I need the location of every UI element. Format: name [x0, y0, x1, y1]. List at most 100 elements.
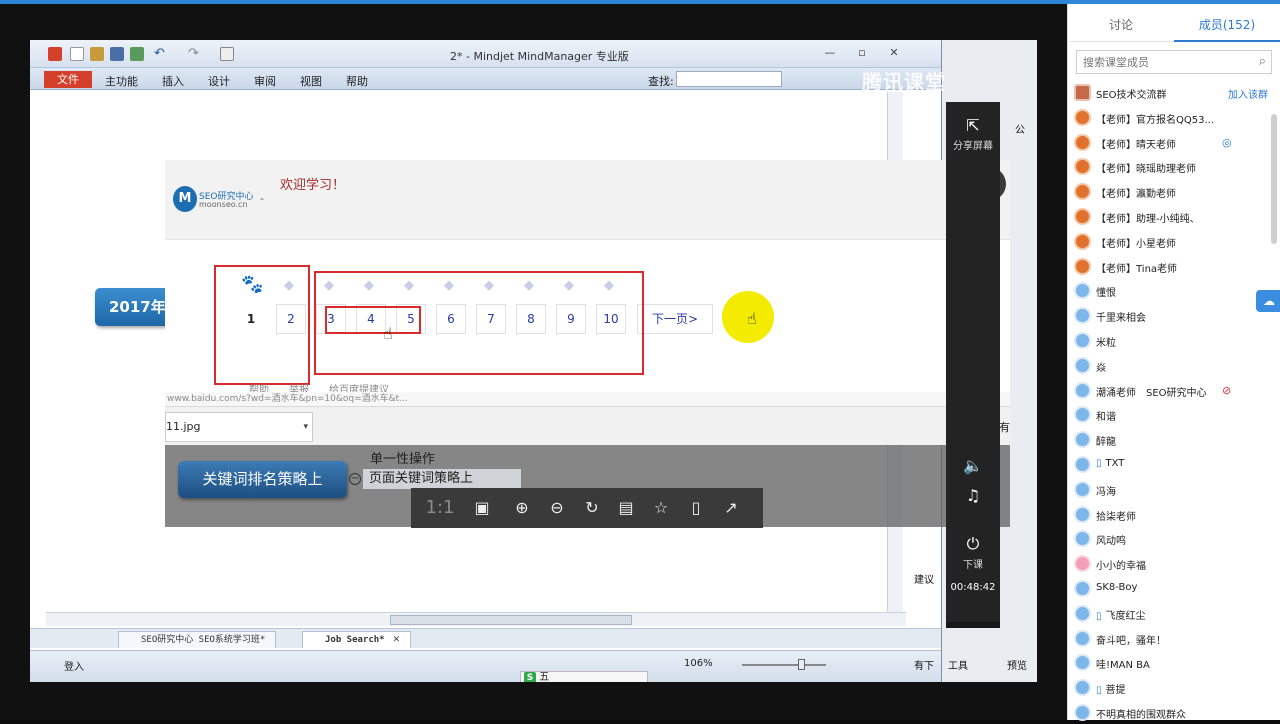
print-icon[interactable] — [130, 47, 144, 61]
menu-file[interactable]: 文件 — [44, 71, 92, 88]
member-item[interactable]: 奋斗吧，骚年！ — [1074, 628, 1270, 650]
tab-close-icon[interactable]: ✕ — [393, 635, 401, 645]
tab-job-search[interactable]: Job Search* ✕ — [302, 631, 412, 648]
menu-help[interactable]: 帮助 — [346, 73, 368, 89]
member-search[interactable]: ⌕ — [1076, 50, 1272, 74]
member-item[interactable]: 【老师】助理-小纯纯、 — [1074, 206, 1270, 228]
collapse-icon[interactable]: − — [349, 473, 361, 485]
avatar — [1074, 332, 1091, 349]
partial-text-3: 有下 — [914, 661, 934, 672]
preview-button[interactable]: 预览 — [1007, 657, 1027, 672]
member-search-input[interactable] — [1077, 51, 1247, 73]
end-class-button[interactable]: ⏻ 下课 — [946, 534, 1000, 571]
member-item[interactable]: ▯ 菩提 — [1074, 677, 1270, 699]
redo-icon[interactable]: ↷ — [188, 47, 202, 61]
horizontal-scroll-thumb[interactable] — [390, 615, 632, 625]
member-item[interactable]: 哇!MAN BA — [1074, 652, 1270, 674]
member-item[interactable]: 【老师】瀛勤老师 — [1074, 181, 1270, 203]
zoom-out-icon[interactable]: ⊖ — [546, 497, 568, 519]
tool-button[interactable]: 工具 — [948, 657, 968, 672]
member-item[interactable]: 和谐 — [1074, 404, 1270, 426]
fit-window-icon[interactable]: ▣ — [471, 497, 493, 519]
zoom-slider-thumb[interactable] — [798, 659, 805, 670]
save-icon[interactable] — [110, 47, 124, 61]
member-item[interactable]: 拾柒老师 — [1074, 504, 1270, 526]
subtopic-single[interactable]: 单一性操作 — [370, 448, 435, 467]
member-name: 风动鸣 — [1096, 532, 1126, 547]
zoom-slider[interactable] — [742, 659, 826, 670]
member-item[interactable]: SEO技术交流群 加入该群 — [1074, 82, 1270, 104]
zoom-in-icon[interactable]: ⊕ — [511, 497, 533, 519]
menu-insert[interactable]: 插入 — [162, 73, 184, 89]
member-item[interactable]: 【老师】Tina老师 — [1074, 256, 1270, 278]
login-button[interactable]: 登入 — [64, 658, 84, 673]
member-item[interactable]: 焱 — [1074, 355, 1270, 377]
tab-discussion[interactable]: 讨论 — [1068, 16, 1174, 33]
download-item[interactable]: 11.jpg ▾ — [165, 412, 313, 442]
maximize-icon[interactable]: ▫ — [852, 46, 872, 60]
help-icon[interactable] — [220, 47, 234, 61]
member-item[interactable]: 醉龍 — [1074, 429, 1270, 451]
close-icon[interactable]: ✕ — [884, 46, 904, 60]
save-image-icon[interactable]: ▤ — [615, 497, 637, 519]
music-icon[interactable]: ♫ — [946, 486, 1000, 507]
member-name: 【老师】Tina老师 — [1096, 260, 1177, 275]
chevron-down-icon[interactable]: ▾ — [303, 413, 308, 441]
favorite-icon[interactable]: ☆ — [650, 497, 672, 519]
member-item[interactable]: 潮涌老师 SEO研究中心 ⊘ — [1074, 380, 1270, 402]
subtopic-page-keyword[interactable]: 页面关键词策略上 — [363, 469, 521, 489]
rotate-icon[interactable]: ↻ — [581, 497, 603, 519]
avatar — [1074, 704, 1091, 721]
avatar — [1074, 406, 1091, 424]
member-name: ▯ TXT — [1096, 458, 1124, 469]
member-item[interactable]: 米粒 — [1074, 330, 1270, 352]
member-list-scrollbar[interactable] — [1271, 114, 1277, 244]
avatar — [1074, 679, 1091, 697]
menu-view[interactable]: 视图 — [300, 73, 322, 89]
member-item[interactable]: SK8-Boy — [1074, 578, 1270, 600]
phone-send-icon[interactable]: ▯ — [685, 497, 707, 519]
horizontal-scrollbar[interactable] — [46, 612, 906, 626]
next-page-button[interactable]: 下一页> — [637, 304, 713, 334]
share-screen-button[interactable]: ⇱ 分享屏幕 — [946, 116, 1000, 152]
actual-size-button[interactable]: 1:1 — [425, 497, 455, 519]
hand-cursor-icon: ☝ — [747, 309, 757, 328]
member-item[interactable]: 千里来相会 — [1074, 305, 1270, 327]
search-icon[interactable]: ⌕ — [1259, 54, 1266, 69]
member-item[interactable]: 风动鸣 — [1074, 528, 1270, 550]
member-item[interactable]: ▯ 飞度红尘 — [1074, 603, 1270, 625]
share-icon[interactable]: ↗ — [720, 497, 742, 519]
join-group-link[interactable]: 加入该群 — [1228, 86, 1268, 101]
member-item[interactable]: 懂恨 — [1074, 280, 1270, 302]
minimize-icon[interactable]: — — [820, 46, 840, 60]
member-item[interactable]: 【老师】晴天老师 ◎ — [1074, 132, 1270, 154]
menu-design[interactable]: 设计 — [208, 73, 230, 89]
window-title: 2* - Mindjet MindManager 专业版 — [450, 50, 629, 63]
undo-icon[interactable]: ↶ — [154, 47, 168, 61]
cloud-icon[interactable]: ☁ — [1256, 290, 1280, 312]
separator-dash: - — [260, 192, 264, 205]
avatar — [1074, 530, 1091, 548]
find-input[interactable] — [676, 71, 782, 87]
member-item[interactable]: ▯ TXT — [1074, 454, 1270, 476]
menu-home[interactable]: 主功能 — [105, 73, 138, 89]
menu-review[interactable]: 审阅 — [254, 73, 276, 89]
qq-class-logo: 腾讯课堂 — [862, 70, 946, 94]
ime-toolbar[interactable]: S 五 — [520, 671, 648, 682]
forbidden-icon: ⊘ — [1222, 383, 1232, 397]
member-item[interactable]: 【老师】小星老师 — [1074, 231, 1270, 253]
topic-keyword-ranking[interactable]: 关键词排名策略上 — [178, 461, 347, 498]
avatar — [1074, 555, 1091, 573]
volume-icon[interactable]: 🔈 — [946, 456, 1000, 477]
member-item[interactable]: 不明真相的围观群众 — [1074, 702, 1270, 724]
new-file-icon[interactable] — [70, 47, 84, 61]
tab-members[interactable]: 成员(152) — [1174, 16, 1280, 33]
qq-class-toolbar: ⇱ 分享屏幕 🔈 ♫ ⏻ 下课 00:48:42 — [946, 102, 1000, 622]
member-item[interactable]: 【老师】官方报名QQ53... — [1074, 107, 1270, 129]
member-item[interactable]: 小小的幸福 — [1074, 553, 1270, 575]
member-item[interactable]: 【老师】晓瑶助理老师 — [1074, 156, 1270, 178]
tab-seo-study[interactable]: SEO研究中心 SEO系统学习班* — [118, 631, 277, 648]
avatar — [1074, 257, 1091, 275]
member-item[interactable]: 冯海 — [1074, 479, 1270, 501]
open-folder-icon[interactable] — [90, 47, 104, 61]
